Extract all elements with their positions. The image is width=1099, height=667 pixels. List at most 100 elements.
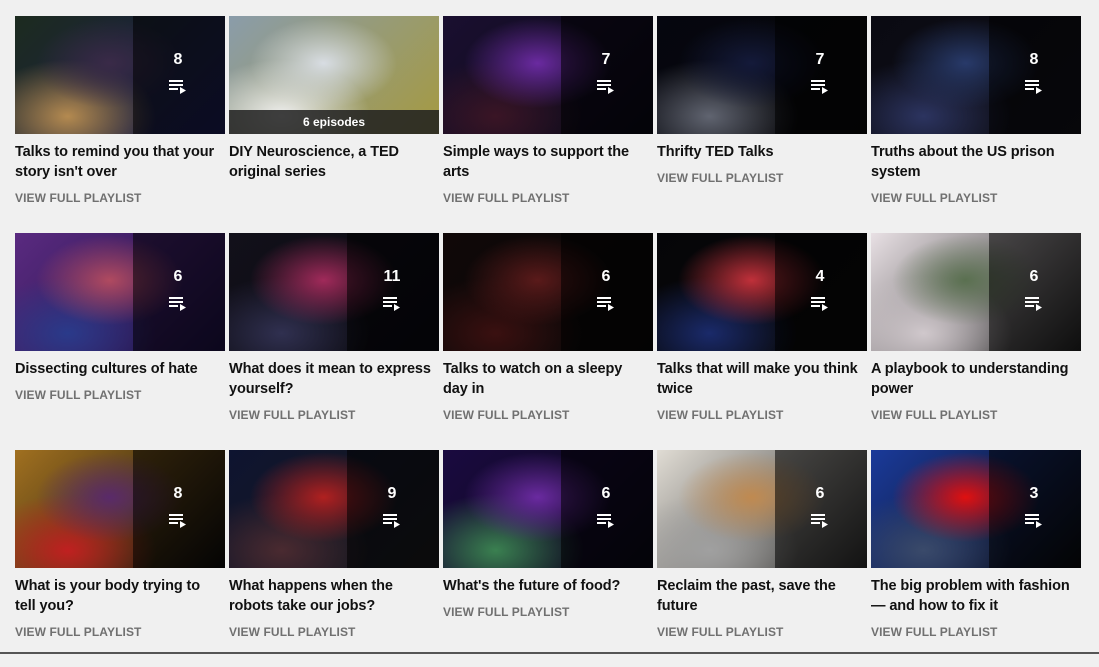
count-overlay: 7 — [774, 16, 867, 134]
view-full-playlist-link[interactable]: VIEW FULL PLAYLIST — [657, 625, 783, 639]
playlist-title[interactable]: Truths about the US prison system — [871, 142, 1081, 182]
view-full-playlist-link[interactable]: VIEW FULL PLAYLIST — [443, 191, 569, 205]
playlist-icon — [811, 514, 828, 528]
playlist-thumbnail[interactable]: 3 — [871, 450, 1081, 568]
video-count: 6 — [601, 268, 611, 285]
playlist-title[interactable]: A playbook to understanding power — [871, 359, 1081, 399]
count-overlay: 11 — [346, 233, 439, 351]
video-count: 3 — [1029, 485, 1039, 502]
view-full-playlist-link[interactable]: VIEW FULL PLAYLIST — [443, 605, 569, 619]
playlist-icon — [597, 80, 614, 94]
playlist-card[interactable]: 6 A playbook to understanding power VIEW… — [871, 233, 1081, 450]
playlist-title[interactable]: Talks that will make you think twice — [657, 359, 867, 399]
playlist-thumbnail[interactable]: 7 — [657, 16, 867, 134]
playlist-title[interactable]: Talks to watch on a sleepy day in — [443, 359, 653, 399]
playlist-icon — [811, 297, 828, 311]
playlist-title[interactable]: Simple ways to support the arts — [443, 142, 653, 182]
count-overlay: 6 — [560, 450, 653, 568]
count-overlay: 8 — [132, 16, 225, 134]
count-overlay: 6 — [132, 233, 225, 351]
count-overlay: 8 — [132, 450, 225, 568]
playlist-thumbnail[interactable]: 8 — [15, 16, 225, 134]
view-full-playlist-link[interactable]: VIEW FULL PLAYLIST — [15, 388, 141, 402]
playlist-thumbnail[interactable]: 6 — [871, 233, 1081, 351]
video-count: 6 — [173, 268, 183, 285]
playlist-thumbnail[interactable]: 6 — [15, 233, 225, 351]
playlist-title[interactable]: Thrifty TED Talks — [657, 142, 867, 162]
count-overlay: 7 — [560, 16, 653, 134]
count-overlay: 8 — [988, 16, 1081, 134]
playlist-thumbnail[interactable]: 8 — [871, 16, 1081, 134]
playlist-card[interactable]: 6 episodes DIY Neuroscience, a TED origi… — [229, 16, 439, 233]
playlist-title[interactable]: Reclaim the past, save the future — [657, 576, 867, 616]
playlist-title[interactable]: What's the future of food? — [443, 576, 653, 596]
playlist-card[interactable]: 8 Talks to remind you that your story is… — [15, 16, 225, 233]
playlist-card[interactable]: 11 What does it mean to express yourself… — [229, 233, 439, 450]
playlist-icon — [1025, 297, 1042, 311]
playlist-icon — [169, 80, 186, 94]
video-count: 8 — [1029, 51, 1039, 68]
video-count: 8 — [173, 51, 183, 68]
playlist-thumbnail[interactable]: 6 — [657, 450, 867, 568]
count-overlay: 6 — [774, 450, 867, 568]
playlist-icon — [597, 297, 614, 311]
playlist-card[interactable]: 4 Talks that will make you think twice V… — [657, 233, 867, 450]
video-count: 11 — [383, 268, 401, 285]
count-overlay: 3 — [988, 450, 1081, 568]
view-full-playlist-link[interactable]: VIEW FULL PLAYLIST — [657, 171, 783, 185]
playlist-card[interactable]: 6 Reclaim the past, save the future VIEW… — [657, 450, 867, 667]
playlist-card[interactable]: 7 Thrifty TED Talks VIEW FULL PLAYLIST — [657, 16, 867, 233]
view-full-playlist-link[interactable]: VIEW FULL PLAYLIST — [229, 408, 355, 422]
playlist-thumbnail[interactable]: 8 — [15, 450, 225, 568]
playlist-icon — [1025, 514, 1042, 528]
playlist-card[interactable]: 6 Dissecting cultures of hate VIEW FULL … — [15, 233, 225, 450]
episodes-badge: 6 episodes — [229, 110, 439, 134]
playlist-card[interactable]: 7 Simple ways to support the arts VIEW F… — [443, 16, 653, 233]
playlist-thumbnail[interactable]: 9 — [229, 450, 439, 568]
playlist-card[interactable]: 8 Truths about the US prison system VIEW… — [871, 16, 1081, 233]
playlist-thumbnail[interactable]: 4 — [657, 233, 867, 351]
playlist-grid: 8 Talks to remind you that your story is… — [15, 16, 1081, 667]
playlist-thumbnail[interactable]: 11 — [229, 233, 439, 351]
playlist-icon — [811, 80, 828, 94]
playlist-title[interactable]: What happens when the robots take our jo… — [229, 576, 439, 616]
count-overlay: 6 — [560, 233, 653, 351]
view-full-playlist-link[interactable]: VIEW FULL PLAYLIST — [871, 408, 997, 422]
playlist-icon — [597, 514, 614, 528]
video-count: 6 — [1029, 268, 1039, 285]
playlist-title[interactable]: Dissecting cultures of hate — [15, 359, 225, 379]
playlist-card[interactable]: 6 Talks to watch on a sleepy day in VIEW… — [443, 233, 653, 450]
playlist-thumbnail[interactable]: 6 — [443, 450, 653, 568]
playlist-thumbnail[interactable]: 7 — [443, 16, 653, 134]
video-count: 7 — [815, 51, 825, 68]
playlist-title[interactable]: DIY Neuroscience, a TED original series — [229, 142, 439, 182]
video-count: 7 — [601, 51, 611, 68]
view-full-playlist-link[interactable]: VIEW FULL PLAYLIST — [871, 191, 997, 205]
video-count: 8 — [173, 485, 183, 502]
count-overlay: 6 — [988, 233, 1081, 351]
playlist-icon — [383, 297, 400, 311]
video-count: 9 — [387, 485, 397, 502]
playlist-thumbnail[interactable]: 6 — [443, 233, 653, 351]
view-full-playlist-link[interactable]: VIEW FULL PLAYLIST — [229, 625, 355, 639]
playlist-icon — [169, 297, 186, 311]
view-full-playlist-link[interactable]: VIEW FULL PLAYLIST — [871, 625, 997, 639]
playlist-title[interactable]: Talks to remind you that your story isn'… — [15, 142, 225, 182]
view-full-playlist-link[interactable]: VIEW FULL PLAYLIST — [443, 408, 569, 422]
video-count: 6 — [601, 485, 611, 502]
playlist-card[interactable]: 9 What happens when the robots take our … — [229, 450, 439, 667]
video-count: 6 — [815, 485, 825, 502]
playlist-title[interactable]: What does it mean to express yourself? — [229, 359, 439, 399]
playlist-card[interactable]: 3 The big problem with fashion — and how… — [871, 450, 1081, 667]
playlist-card[interactable]: 8 What is your body trying to tell you? … — [15, 450, 225, 667]
video-count: 4 — [815, 268, 825, 285]
playlist-card[interactable]: 6 What's the future of food? VIEW FULL P… — [443, 450, 653, 667]
count-overlay: 9 — [346, 450, 439, 568]
playlist-title[interactable]: The big problem with fashion — and how t… — [871, 576, 1081, 616]
view-full-playlist-link[interactable]: VIEW FULL PLAYLIST — [657, 408, 783, 422]
playlist-thumbnail[interactable]: 6 episodes — [229, 16, 439, 134]
playlist-icon — [1025, 80, 1042, 94]
playlist-title[interactable]: What is your body trying to tell you? — [15, 576, 225, 616]
view-full-playlist-link[interactable]: VIEW FULL PLAYLIST — [15, 625, 141, 639]
view-full-playlist-link[interactable]: VIEW FULL PLAYLIST — [15, 191, 141, 205]
